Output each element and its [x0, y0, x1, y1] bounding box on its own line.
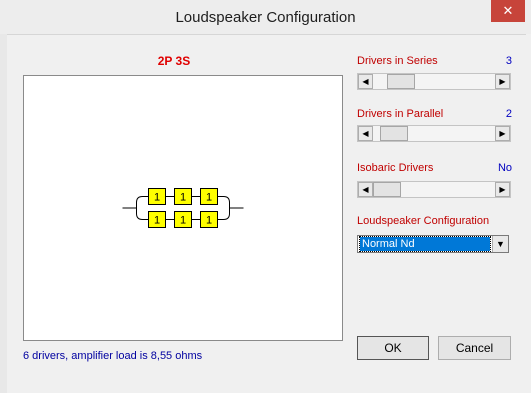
- ok-button[interactable]: OK: [357, 336, 429, 360]
- driver-label: 1: [154, 215, 160, 227]
- series-value: 3: [505, 55, 512, 67]
- scroll-right-arrow-icon[interactable]: ▶: [495, 126, 510, 141]
- wiring-diagram-panel: 1 1 1 1 1 1: [23, 75, 343, 341]
- scroll-left-arrow-icon[interactable]: ◀: [358, 126, 373, 141]
- driver-label: 1: [180, 215, 186, 227]
- scroll-left-arrow-icon[interactable]: ◀: [358, 74, 373, 89]
- title-bar[interactable]: Loudspeaker Configuration ✕: [0, 0, 531, 34]
- dialog-window: Loudspeaker Configuration ✕ 2P 3S 111111…: [0, 0, 531, 393]
- left-rail: [136, 196, 143, 220]
- configuration-select[interactable]: Normal Nd ▼: [357, 235, 509, 253]
- parallel-scrollbar[interactable]: ◀ ▶: [357, 125, 511, 142]
- chevron-down-icon[interactable]: ▼: [492, 236, 508, 252]
- series-scroll-thumb[interactable]: [387, 74, 415, 89]
- parallel-value: 2: [505, 108, 512, 120]
- configuration-selected-value[interactable]: Normal Nd: [359, 236, 491, 252]
- scroll-right-arrow-icon[interactable]: ▶: [495, 182, 510, 197]
- driver-label: 1: [154, 192, 160, 204]
- parallel-scroll-thumb[interactable]: [380, 126, 408, 141]
- isobaric-scroll-thumb[interactable]: [373, 182, 401, 197]
- series-scrollbar[interactable]: ◀ ▶: [357, 73, 511, 90]
- isobaric-label: Isobaric Drivers: [357, 162, 434, 174]
- window-title: Loudspeaker Configuration: [175, 9, 356, 26]
- driver-label: 1: [206, 192, 212, 204]
- close-button[interactable]: ✕: [491, 0, 525, 22]
- driver-label: 1: [206, 215, 212, 227]
- wiring-diagram: 1 1 1 1 1 1: [122, 188, 244, 228]
- scroll-left-arrow-icon[interactable]: ◀: [358, 182, 373, 197]
- scroll-right-arrow-icon[interactable]: ▶: [495, 74, 510, 89]
- configuration-title: 2P 3S: [157, 54, 191, 68]
- right-rail: [223, 196, 230, 220]
- isobaric-scrollbar[interactable]: ◀ ▶: [357, 181, 511, 198]
- parallel-label: Drivers in Parallel: [357, 108, 444, 120]
- isobaric-value: No: [497, 162, 512, 174]
- series-label: Drivers in Series: [357, 55, 438, 67]
- window-frame: [0, 34, 7, 393]
- configuration-label: Loudspeaker Configuration: [357, 215, 490, 227]
- driver-label: 1: [180, 192, 186, 204]
- cancel-button[interactable]: Cancel: [438, 336, 511, 360]
- status-text: 6 drivers, amplifier load is 8,55 ohms: [23, 350, 203, 362]
